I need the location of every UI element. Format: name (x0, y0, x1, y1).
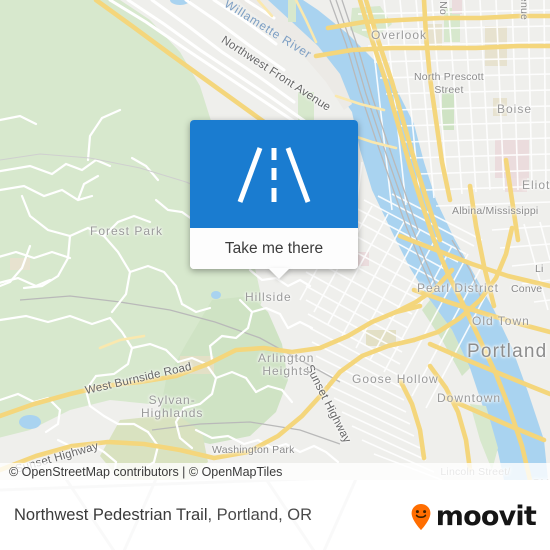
footer-bar: Northwest Pedestrian Trail, Portland, OR… (0, 480, 550, 550)
road-icon (237, 147, 311, 203)
map-label-place: Pearl District (417, 281, 500, 295)
popup-pointer (268, 268, 290, 279)
map-label-place: enue (518, 0, 531, 21)
moovit-logo[interactable]: moovit (406, 501, 537, 532)
app-screenshot: Willamette River Northwest Front Avenue We… (0, 0, 550, 550)
popup-header (190, 120, 358, 228)
moovit-wordmark: moovit (435, 501, 537, 532)
take-me-there-popup[interactable]: Take me there (190, 120, 358, 279)
map-label-place: Eliot (522, 178, 550, 192)
map-label-place: Overlook (371, 28, 428, 42)
map-label-place: Old Town (472, 314, 530, 328)
map-label-place: North Prescott Street (414, 71, 484, 96)
map-label-place: Sylvan- Highlands (141, 393, 204, 420)
map-label-place: Conve (511, 283, 543, 295)
map-label-place: Portland (467, 341, 548, 362)
map-label-place: Li (535, 263, 544, 275)
map-attribution-bar: © OpenStreetMap contributors | © OpenMap… (0, 463, 550, 480)
map-label-place: Goose Hollow (352, 372, 439, 386)
trail-location: , Portland, OR (207, 506, 313, 524)
moovit-pin-icon (411, 504, 431, 530)
map-label-place: No (436, 1, 449, 15)
take-me-there-label: Take me there (224, 239, 324, 257)
map-canvas[interactable]: Willamette River Northwest Front Avenue We… (0, 0, 550, 480)
map-label-place: Hillside (245, 290, 292, 304)
map-label-place: Washington Park (212, 444, 295, 456)
popup-action-row[interactable]: Take me there (190, 228, 358, 279)
trail-name: Northwest Pedestrian Trail (14, 506, 208, 524)
map-label-place: Forest Park (90, 224, 164, 238)
map-attribution-text[interactable]: © OpenStreetMap contributors | © OpenMap… (0, 465, 282, 479)
map-label-place: Boise (497, 102, 533, 116)
map-label-place: Downtown (437, 391, 502, 405)
map-label-place: Albina/Mississippi (452, 205, 539, 217)
page-title: Northwest Pedestrian Trail, Portland, OR (14, 506, 312, 525)
map-label-place: Arlington Heights (258, 351, 315, 378)
